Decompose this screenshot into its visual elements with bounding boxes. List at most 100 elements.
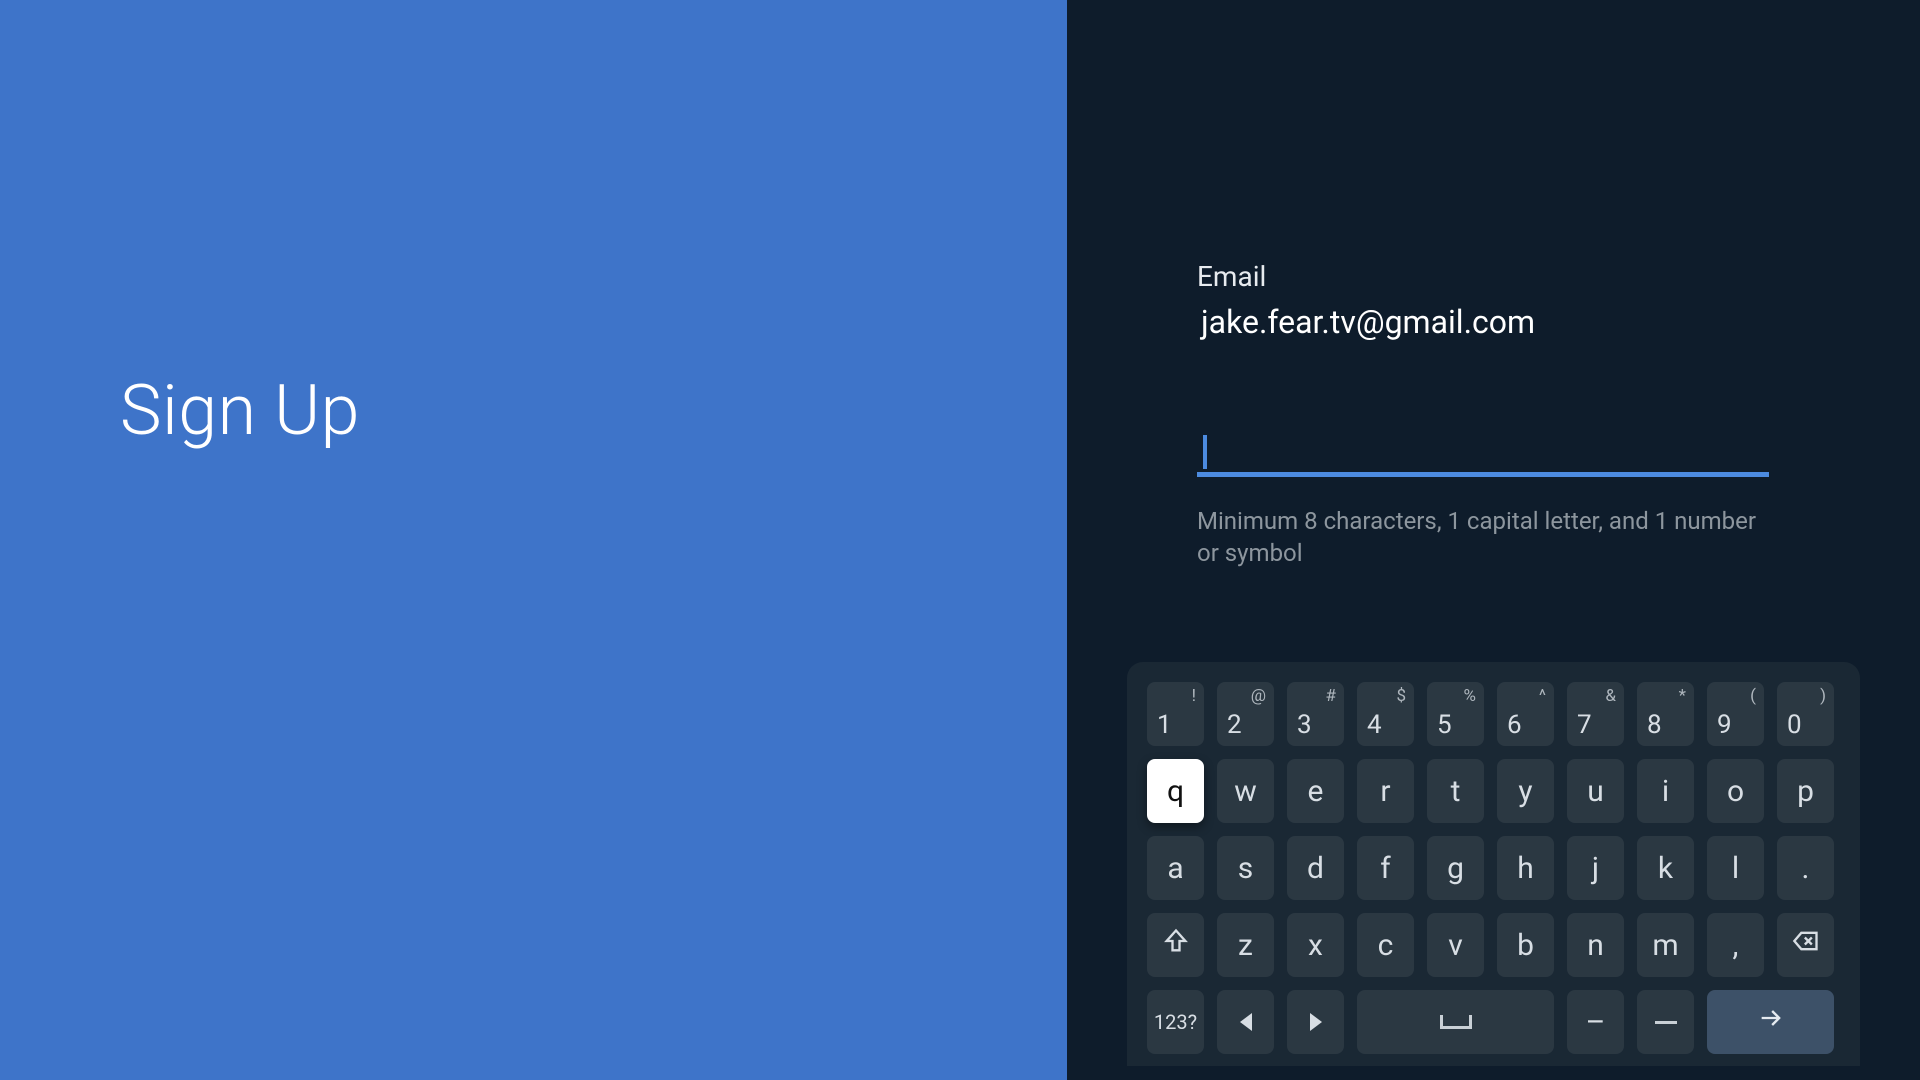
key-sup-label: ! xyxy=(1192,686,1196,706)
key-label: g xyxy=(1447,851,1464,886)
space-key[interactable] xyxy=(1357,990,1554,1054)
key-label: d xyxy=(1307,851,1324,886)
key-label: l xyxy=(1732,851,1739,886)
dash-key-label: – xyxy=(1586,1005,1606,1040)
key-w[interactable]: w xyxy=(1217,759,1274,823)
mode-switch-key[interactable]: 123? xyxy=(1147,990,1204,1054)
key-i[interactable]: i xyxy=(1637,759,1694,823)
key-o[interactable]: o xyxy=(1707,759,1764,823)
key-main-label: 3 xyxy=(1297,710,1312,740)
key-2[interactable]: @2 xyxy=(1217,682,1274,746)
key-b[interactable]: b xyxy=(1497,913,1554,977)
key-x[interactable]: x xyxy=(1287,913,1344,977)
key-u[interactable]: u xyxy=(1567,759,1624,823)
key-0[interactable]: )0 xyxy=(1777,682,1834,746)
key-main-label: 1 xyxy=(1157,710,1172,740)
key-sup-label: ^ xyxy=(1539,686,1546,706)
key-label: h xyxy=(1517,851,1534,886)
key-j[interactable]: j xyxy=(1567,836,1624,900)
key-y[interactable]: y xyxy=(1497,759,1554,823)
key-c[interactable]: c xyxy=(1357,913,1414,977)
key-label: f xyxy=(1380,851,1390,886)
caret-right-key[interactable] xyxy=(1287,990,1344,1054)
key-.[interactable]: . xyxy=(1777,836,1834,900)
left-hero-panel: Sign Up xyxy=(0,0,1067,1080)
keyboard-row-2: a s d f g h j k l. xyxy=(1147,836,1840,900)
key-label: s xyxy=(1238,851,1253,886)
key-label: . xyxy=(1802,851,1810,886)
key-label: r xyxy=(1380,774,1390,809)
space-icon xyxy=(1440,1015,1472,1029)
underscore-icon xyxy=(1655,1021,1677,1024)
key-z[interactable]: z xyxy=(1217,913,1274,977)
key-label: a xyxy=(1167,851,1183,886)
key-8[interactable]: *8 xyxy=(1637,682,1694,746)
key-main-label: 5 xyxy=(1437,710,1452,740)
key-p[interactable]: p xyxy=(1777,759,1834,823)
mode-switch-label: 123? xyxy=(1154,1010,1197,1034)
key-6[interactable]: ^6 xyxy=(1497,682,1554,746)
screen: Sign Up Email jake.fear.tv@gmail.com Min… xyxy=(0,0,1920,1080)
key-label: p xyxy=(1797,774,1814,809)
key-m[interactable]: m xyxy=(1637,913,1694,977)
backspace-icon xyxy=(1792,927,1820,963)
key-label: w xyxy=(1234,774,1257,809)
key-,[interactable]: , xyxy=(1707,913,1764,977)
caret-left-icon xyxy=(1240,1013,1252,1031)
key-sup-label: # xyxy=(1326,686,1336,706)
key-label: t xyxy=(1451,774,1461,809)
key-d[interactable]: d xyxy=(1287,836,1344,900)
arrow-right-icon xyxy=(1757,1004,1785,1040)
key-v[interactable]: v xyxy=(1427,913,1484,977)
key-label: b xyxy=(1517,928,1534,963)
key-label: u xyxy=(1587,774,1604,809)
key-9[interactable]: (9 xyxy=(1707,682,1764,746)
key-k[interactable]: k xyxy=(1637,836,1694,900)
key-3[interactable]: #3 xyxy=(1287,682,1344,746)
key-main-label: 0 xyxy=(1787,710,1802,740)
key-f[interactable]: f xyxy=(1357,836,1414,900)
key-sup-label: & xyxy=(1605,686,1616,706)
keyboard-row-1: q we r t yuiop xyxy=(1147,759,1840,823)
right-form-panel: Email jake.fear.tv@gmail.com Minimum 8 c… xyxy=(1067,0,1920,1080)
dash-key[interactable]: – xyxy=(1567,990,1624,1054)
key-q[interactable]: q xyxy=(1147,759,1204,823)
text-cursor xyxy=(1203,435,1207,469)
key-label: x xyxy=(1308,928,1323,963)
key-main-label: 2 xyxy=(1227,710,1242,740)
email-value[interactable]: jake.fear.tv@gmail.com xyxy=(1197,303,1777,341)
key-main-label: 8 xyxy=(1647,710,1662,740)
key-sup-label: ( xyxy=(1750,686,1756,706)
password-input[interactable] xyxy=(1197,433,1769,477)
password-helper-text: Minimum 8 characters, 1 capital letter, … xyxy=(1197,505,1757,570)
key-label: j xyxy=(1592,851,1599,886)
key-a[interactable]: a xyxy=(1147,836,1204,900)
page-title: Sign Up xyxy=(120,370,360,452)
key-t[interactable]: t xyxy=(1427,759,1484,823)
key-e[interactable]: e xyxy=(1287,759,1344,823)
enter-key[interactable] xyxy=(1707,990,1834,1054)
key-label: q xyxy=(1167,774,1184,809)
caret-left-key[interactable] xyxy=(1217,990,1274,1054)
key-s[interactable]: s xyxy=(1217,836,1274,900)
key-main-label: 9 xyxy=(1717,710,1732,740)
shift-key[interactable] xyxy=(1147,913,1204,977)
underscore-key[interactable] xyxy=(1637,990,1694,1054)
key-main-label: 6 xyxy=(1507,710,1522,740)
key-r[interactable]: r xyxy=(1357,759,1414,823)
key-label: k xyxy=(1658,851,1673,886)
signup-form: Email jake.fear.tv@gmail.com Minimum 8 c… xyxy=(1197,260,1777,570)
key-g[interactable]: g xyxy=(1427,836,1484,900)
key-label: n xyxy=(1587,928,1604,963)
key-l[interactable]: l xyxy=(1707,836,1764,900)
onscreen-keyboard: !1@2#3$4%5^6&7*8(9)0 qwertyuiop asdfghjk… xyxy=(1127,662,1860,1066)
backspace-key[interactable] xyxy=(1777,913,1834,977)
key-main-label: 7 xyxy=(1577,710,1592,740)
key-1[interactable]: !1 xyxy=(1147,682,1204,746)
key-5[interactable]: %5 xyxy=(1427,682,1484,746)
key-n[interactable]: n xyxy=(1567,913,1624,977)
key-7[interactable]: &7 xyxy=(1567,682,1624,746)
key-label: c xyxy=(1378,928,1394,963)
key-h[interactable]: h xyxy=(1497,836,1554,900)
key-4[interactable]: $4 xyxy=(1357,682,1414,746)
